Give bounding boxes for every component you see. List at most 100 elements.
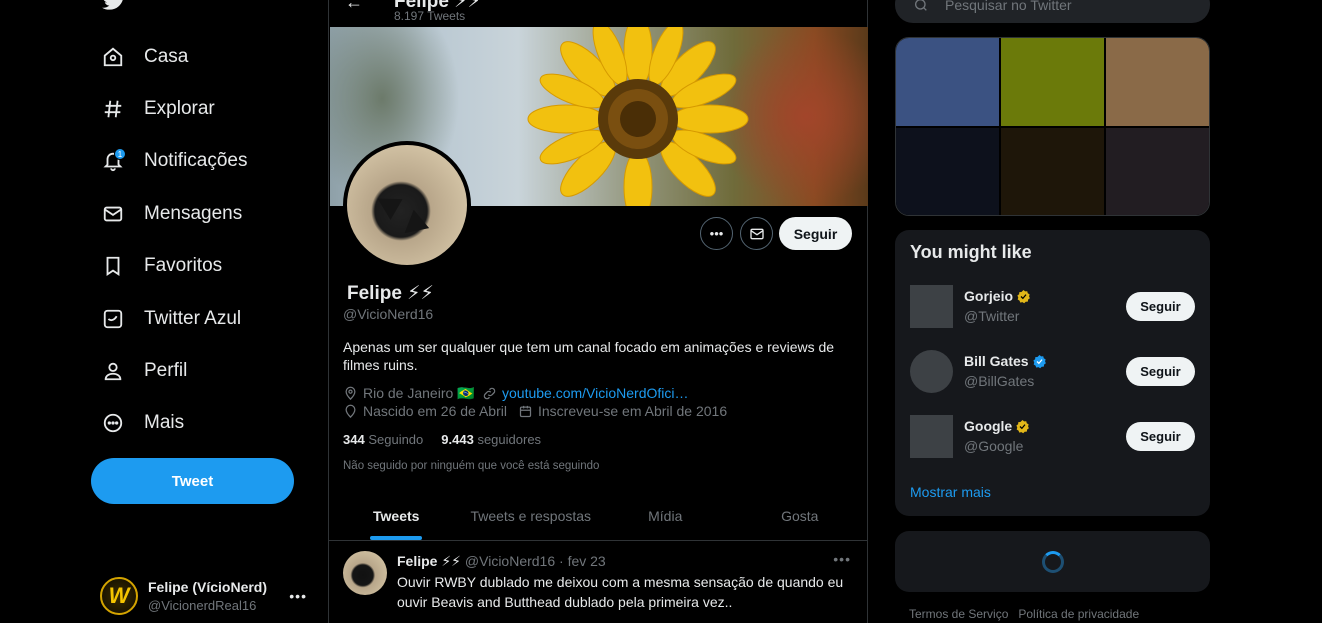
nav-label-explore: Explorar — [144, 98, 215, 119]
tab-likes[interactable]: Gosta — [733, 492, 868, 540]
account-switcher[interactable]: W Felipe (VícioNerd) @VicionerdReal16 ••… — [100, 574, 315, 618]
nav-item-twitter-blue[interactable]: Twitter Azul — [100, 299, 241, 339]
tab-media[interactable]: Mídia — [598, 492, 733, 540]
nav-item-more[interactable]: Mais — [100, 403, 184, 443]
profile-url-link[interactable]: youtube.com/VicioNerdOfici… — [502, 385, 688, 401]
followers-link[interactable]: 9.443 seguidores — [441, 432, 541, 447]
followed-by-text: Não seguido por ninguém que você está se… — [343, 460, 600, 472]
home-icon — [100, 44, 126, 70]
bell-icon: 1 — [100, 148, 126, 174]
suggestion-item[interactable]: Google @Google Seguir — [910, 415, 1195, 459]
suggestions-panel: You might like Gorjeio @Twitter Seguir B… — [895, 230, 1210, 516]
account-name: Felipe (VícioNerd) — [148, 579, 268, 595]
nav-label-messages: Mensagens — [144, 203, 243, 224]
location-pin-icon — [345, 386, 356, 401]
profile-handle: @VicioNerd16 — [343, 306, 434, 322]
nav-item-bookmarks[interactable]: Favoritos — [100, 246, 222, 286]
media-thumb[interactable] — [1106, 38, 1209, 126]
twitter-logo-icon[interactable] — [101, 0, 127, 14]
envelope-icon — [749, 228, 764, 239]
media-thumb[interactable] — [896, 38, 999, 126]
nav-label-more: Mais — [144, 412, 185, 433]
account-avatar: W — [100, 577, 138, 615]
verified-gold-icon — [1016, 419, 1030, 433]
search-icon — [915, 0, 927, 11]
left-navigation: Casa Explorar 1 Notificações Mensagens F… — [0, 0, 328, 623]
more-dots-icon: ••• — [289, 588, 307, 604]
envelope-icon — [100, 201, 126, 227]
link-icon — [483, 387, 496, 399]
terms-link[interactable]: Termos de Serviço — [909, 607, 1008, 621]
tweet-more-icon[interactable]: ••• — [833, 551, 851, 567]
suggestion-name: Gorjeio — [964, 288, 1014, 304]
loading-panel — [895, 531, 1210, 592]
verified-gold-icon — [1017, 289, 1030, 303]
bookmark-icon — [100, 253, 126, 279]
nav-item-notifications[interactable]: 1 Notificações — [100, 141, 248, 181]
nav-label-twitter-blue: Twitter Azul — [144, 308, 242, 329]
profile-link[interactable]: youtube.com/VicioNerdOfici… — [482, 385, 688, 401]
tweet-text: Ouvir RWBY dublado me deixou com a mesma… — [397, 574, 844, 610]
nav-item-messages[interactable]: Mensagens — [100, 194, 242, 234]
profile-stats: 344 Seguindo 9.443 seguidores — [343, 432, 541, 447]
nav-item-home[interactable]: Casa — [100, 37, 188, 77]
suggestion-item[interactable]: Bill Gates @BillGates Seguir — [910, 350, 1195, 394]
media-thumb[interactable] — [1106, 127, 1209, 215]
nav-label-notifications: Notificações — [144, 150, 248, 171]
profile-tabs: Tweets Tweets e respostas Mídia Gosta — [329, 492, 867, 541]
loading-spinner-icon — [1042, 551, 1064, 573]
calendar-icon — [519, 405, 532, 417]
privacy-link[interactable]: Política de privacidade — [1018, 607, 1139, 621]
balloon-icon — [345, 404, 356, 418]
nav-label-profile: Perfil — [144, 360, 188, 381]
suggestion-handle: @BillGates — [964, 373, 1035, 389]
tab-tweets-replies[interactable]: Tweets e respostas — [464, 492, 599, 540]
joined-text: Inscreveu-se em Abril de 2016 — [538, 403, 728, 419]
profile-header-bar: ← Felipe ⚡⚡ 8.197 Tweets — [329, 0, 868, 27]
suggestion-follow-button[interactable]: Seguir — [1126, 422, 1195, 451]
suggestion-follow-button[interactable]: Seguir — [1126, 357, 1195, 386]
suggestion-name: Google — [964, 418, 1013, 434]
media-grid — [895, 37, 1210, 216]
tweet-header: Felipe ⚡⚡ @VicioNerd16 · fev 23 — [397, 553, 606, 570]
suggestions-title: You might like — [910, 242, 1032, 262]
media-thumb[interactable] — [896, 127, 999, 215]
suggestion-name: Bill Gates — [964, 353, 1029, 369]
nav-item-profile[interactable]: Perfil — [100, 351, 187, 391]
profile-bio: Apenas um ser qualquer que tem um canal … — [343, 339, 835, 373]
suggestion-follow-button[interactable]: Seguir — [1126, 292, 1195, 321]
search-input[interactable] — [945, 0, 1185, 13]
follow-button[interactable]: Seguir — [779, 217, 852, 250]
media-thumb[interactable] — [1001, 38, 1104, 126]
back-arrow-icon[interactable]: ← — [345, 0, 363, 13]
suggestion-avatar[interactable] — [910, 285, 953, 328]
profile-location: Rio de Janeiro 🇧🇷 — [343, 385, 475, 402]
tweet-author-name[interactable]: Felipe ⚡⚡ — [397, 553, 461, 569]
tweet-avatar[interactable] — [343, 551, 387, 595]
show-more-link[interactable]: Mostrar mais — [910, 484, 991, 500]
suggestion-avatar[interactable] — [910, 350, 953, 393]
nav-item-explore[interactable]: Explorar — [100, 89, 215, 129]
profile-avatar[interactable] — [343, 141, 471, 269]
account-handle: @VicionerdReal16 — [148, 598, 257, 613]
verified-blue-icon — [1032, 354, 1046, 368]
header-tweet-count: 8.197 Tweets — [394, 9, 466, 23]
suggestion-avatar[interactable] — [910, 415, 953, 458]
suggestion-item[interactable]: Gorjeio @Twitter Seguir — [910, 285, 1195, 329]
profile-name: Felipe ⚡⚡ — [347, 283, 434, 304]
media-thumb[interactable] — [1001, 127, 1104, 215]
following-link[interactable]: 344 Seguindo — [343, 432, 423, 447]
tweet-item[interactable]: Felipe ⚡⚡ @VicioNerd16 · fev 23 ••• Ouvi… — [329, 541, 867, 623]
profile-joined: Inscreveu-se em Abril de 2016 — [518, 403, 727, 419]
profile-birthday: Nascido em 26 de Abril — [343, 403, 507, 419]
birthday-text: Nascido em 26 de Abril — [363, 403, 507, 419]
location-text: Rio de Janeiro 🇧🇷 — [363, 385, 475, 401]
suggestion-handle: @Twitter — [964, 308, 1020, 324]
suggestion-handle: @Google — [964, 438, 1024, 454]
tab-tweets[interactable]: Tweets — [329, 492, 464, 540]
search-bar[interactable] — [895, 0, 1210, 23]
hashtag-icon — [100, 96, 126, 122]
message-button[interactable] — [740, 217, 773, 250]
more-options-button[interactable]: ••• — [700, 217, 733, 250]
tweet-button[interactable]: Tweet — [91, 458, 294, 504]
